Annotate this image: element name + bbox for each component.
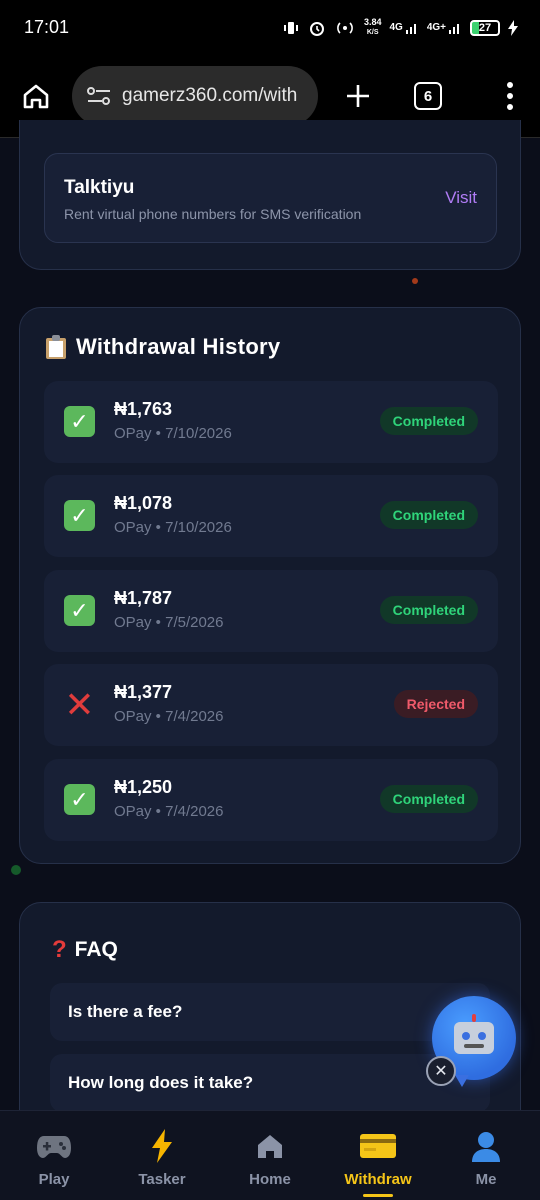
nav-item-me[interactable]: Me bbox=[432, 1111, 540, 1200]
url-text[interactable]: gamerz360.com/with bbox=[122, 85, 297, 107]
history-row[interactable]: ✓ ₦1,763 OPay • 7/10/2026 Completed bbox=[44, 381, 498, 463]
bottom-nav: Play Tasker Home Withdraw Me bbox=[0, 1110, 540, 1200]
cross-icon: ✕ bbox=[64, 683, 95, 725]
tab-count: 6 bbox=[423, 87, 433, 105]
check-icon: ✓ bbox=[64, 784, 95, 815]
check-icon: ✓ bbox=[64, 406, 95, 437]
nav-label: Tasker bbox=[138, 1171, 186, 1188]
gamepad-icon bbox=[36, 1129, 72, 1163]
chatbot-close-button[interactable]: ✕ bbox=[426, 1056, 456, 1086]
status-bar: 17:01 3.84 K/S 4G 4G+ 27 bbox=[0, 0, 540, 55]
net-speed: 3.84 K/S bbox=[364, 18, 382, 37]
withdrawal-meta: OPay • 7/4/2026 bbox=[114, 803, 224, 820]
signal-icon-2: 4G+ bbox=[427, 21, 462, 35]
vibrate-icon bbox=[282, 20, 300, 36]
status-badge: Rejected bbox=[393, 690, 478, 718]
partner-card[interactable]: Talktiyu Rent virtual phone numbers for … bbox=[44, 153, 497, 243]
battery-icon: 27 bbox=[470, 19, 500, 36]
lightning-icon bbox=[150, 1129, 174, 1163]
faq-question: Is there a fee? bbox=[68, 1002, 183, 1021]
nav-item-play[interactable]: Play bbox=[0, 1111, 108, 1200]
question-mark-icon: ? bbox=[52, 936, 67, 963]
status-icons: 3.84 K/S 4G 4G+ 27 bbox=[282, 18, 518, 37]
address-bar[interactable]: gamerz360.com/with bbox=[72, 66, 318, 126]
status-time: 17:01 bbox=[24, 17, 70, 37]
menu-dot bbox=[507, 93, 513, 99]
battery-level: 27 bbox=[478, 21, 492, 34]
withdrawal-amount: ₦1,763 bbox=[114, 399, 173, 419]
status-badge: Completed bbox=[379, 785, 478, 813]
browser-menu-button[interactable] bbox=[498, 82, 522, 110]
browser-home-button[interactable] bbox=[18, 78, 54, 114]
section-title: Withdrawal History bbox=[46, 334, 280, 360]
close-icon: ✕ bbox=[434, 1063, 448, 1080]
withdrawal-amount: ₦1,377 bbox=[114, 682, 173, 702]
faq-item[interactable]: Is there a fee? bbox=[50, 983, 490, 1041]
partner-section: Talktiyu Rent virtual phone numbers for … bbox=[19, 120, 521, 270]
net-speed-value: 3.84 bbox=[363, 17, 382, 27]
signal-label-1: 4G bbox=[389, 22, 403, 33]
hotspot-icon bbox=[334, 20, 356, 36]
nav-item-home[interactable]: Home bbox=[216, 1111, 324, 1200]
nav-label: Home bbox=[249, 1171, 291, 1188]
menu-dot bbox=[507, 82, 513, 88]
check-icon: ✓ bbox=[64, 500, 95, 531]
history-row[interactable]: ✓ ₦1,078 OPay • 7/10/2026 Completed bbox=[44, 475, 498, 557]
status-badge: Completed bbox=[379, 407, 478, 435]
charging-icon bbox=[508, 19, 518, 36]
faq-title: FAQ bbox=[74, 938, 118, 961]
withdrawal-meta: OPay • 7/4/2026 bbox=[114, 708, 224, 725]
history-row[interactable]: ✕ ₦1,377 OPay • 7/4/2026 Rejected bbox=[44, 664, 498, 746]
active-indicator bbox=[363, 1194, 393, 1197]
plus-icon bbox=[347, 85, 369, 107]
nav-item-tasker[interactable]: Tasker bbox=[108, 1111, 216, 1200]
withdrawal-meta: OPay • 7/5/2026 bbox=[114, 614, 224, 631]
site-settings-icon[interactable] bbox=[86, 85, 112, 107]
signal-icon-1: 4G bbox=[389, 21, 418, 35]
partner-name: Talktiyu bbox=[64, 177, 135, 198]
withdrawal-amount: ₦1,250 bbox=[114, 777, 173, 797]
bg-particle bbox=[412, 278, 418, 284]
withdrawal-meta: OPay • 7/10/2026 bbox=[114, 519, 232, 536]
faq-title-row: ? FAQ bbox=[52, 936, 118, 964]
net-speed-unit: K/S bbox=[366, 29, 379, 36]
tab-switcher-button[interactable]: 6 bbox=[414, 82, 442, 110]
withdrawal-meta: OPay • 7/10/2026 bbox=[114, 425, 232, 442]
faq-question: How long does it take? bbox=[68, 1073, 254, 1092]
clipboard-icon bbox=[46, 335, 66, 359]
withdrawal-history-section: Withdrawal History ✓ ₦1,763 OPay • 7/10/20… bbox=[19, 307, 521, 864]
alarm-icon bbox=[308, 19, 326, 37]
user-icon bbox=[470, 1129, 502, 1163]
check-icon: ✓ bbox=[64, 595, 95, 626]
nav-label: Play bbox=[38, 1171, 70, 1188]
nav-label: Me bbox=[475, 1171, 497, 1188]
withdrawal-amount: ₦1,787 bbox=[114, 588, 173, 608]
status-badge: Completed bbox=[379, 596, 478, 624]
withdrawal-amount: ₦1,078 bbox=[114, 493, 173, 513]
partner-visit-link[interactable]: Visit bbox=[445, 188, 477, 208]
menu-dot bbox=[507, 104, 513, 110]
withdrawal-history-title: Withdrawal History bbox=[76, 334, 281, 359]
nav-item-withdraw[interactable]: Withdraw bbox=[324, 1111, 432, 1200]
new-tab-button[interactable] bbox=[340, 78, 376, 114]
history-row[interactable]: ✓ ₦1,250 OPay • 7/4/2026 Completed bbox=[44, 759, 498, 841]
chatbot-pointer bbox=[455, 1075, 469, 1087]
faq-item[interactable]: How long does it take? bbox=[50, 1054, 490, 1112]
home-icon bbox=[256, 1129, 284, 1163]
history-row[interactable]: ✓ ₦1,787 OPay • 7/5/2026 Completed bbox=[44, 570, 498, 652]
home-icon bbox=[23, 84, 49, 109]
partner-description: Rent virtual phone numbers for SMS verif… bbox=[64, 206, 362, 222]
nav-label: Withdraw bbox=[344, 1171, 412, 1188]
robot-icon bbox=[454, 1014, 494, 1054]
card-icon bbox=[359, 1129, 397, 1163]
status-badge: Completed bbox=[379, 501, 478, 529]
signal-label-2: 4G+ bbox=[426, 22, 446, 33]
bg-particle bbox=[11, 865, 21, 875]
